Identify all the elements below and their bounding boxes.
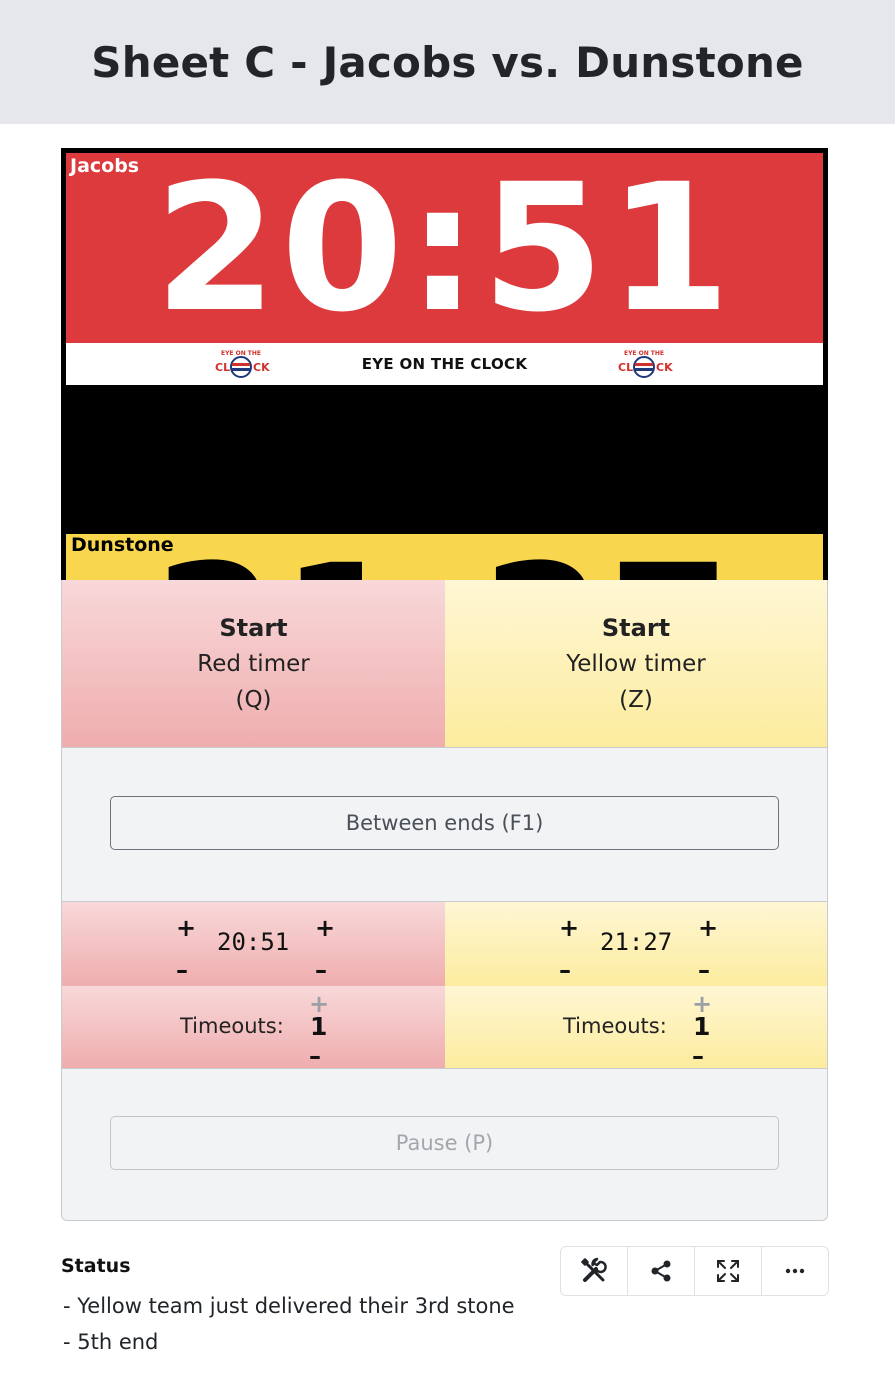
scoreboard-display: Jacobs 20:51 EYE ON THE CL CK EYE ON THE… — [61, 148, 828, 724]
start-yellow-shortcut: (Z) — [619, 686, 653, 713]
between-ends-button[interactable]: Between ends (F1) — [110, 796, 779, 850]
eye-on-the-clock-logo: EYE ON THE CL CK — [215, 350, 270, 378]
yellow-timeouts-value: 1 — [693, 1012, 711, 1041]
yellow-timeouts-label: Timeouts: — [563, 1014, 667, 1038]
settings-tools-button[interactable] — [561, 1247, 628, 1295]
yellow-seconds-plus-button[interactable]: + — [698, 916, 718, 940]
share-button[interactable] — [628, 1247, 695, 1295]
svg-text:EYE ON THE: EYE ON THE — [221, 350, 261, 357]
time-adjust-row: + – 20:51 + – + – 21:27 + – — [62, 901, 827, 988]
fullscreen-icon — [717, 1260, 739, 1282]
status-list: - Yellow team just delivered their 3rd s… — [63, 1288, 515, 1360]
red-timeouts-value: 1 — [310, 1012, 328, 1041]
red-timeouts-label: Timeouts: — [180, 1014, 284, 1038]
page-title: Sheet C - Jacobs vs. Dunstone — [91, 37, 804, 87]
red-time-adjust: + – 20:51 + – — [62, 902, 445, 987]
svg-text:CK: CK — [253, 361, 270, 374]
status-title: Status — [61, 1255, 131, 1277]
share-icon — [651, 1260, 671, 1282]
svg-text:EYE ON THE: EYE ON THE — [624, 350, 664, 357]
start-yellow-timer-button[interactable]: Start Yellow timer (Z) — [445, 580, 827, 747]
status-item: - 5th end — [63, 1330, 159, 1354]
brand-strip: EYE ON THE CL CK EYE ON THE CLOCK EYE ON… — [66, 343, 823, 385]
yellow-minutes-minus-button[interactable]: – — [559, 958, 571, 982]
pause-section: Pause (P) — [62, 1069, 827, 1219]
fullscreen-button[interactable] — [695, 1247, 762, 1295]
red-team-panel: Jacobs 20:51 — [66, 153, 823, 343]
yellow-time-adjust: + – 21:27 + – — [445, 902, 827, 987]
start-red-subtitle: Red timer — [197, 650, 310, 677]
red-adjust-time: 20:51 — [217, 928, 290, 956]
yellow-adjust-time: 21:27 — [600, 928, 673, 956]
brand-text: EYE ON THE CLOCK — [361, 355, 528, 373]
between-ends-section: Between ends (F1) — [62, 748, 827, 901]
svg-text:CL: CL — [215, 361, 230, 374]
start-red-shortcut: (Q) — [235, 686, 272, 713]
status-item: - Yellow team just delivered their 3rd s… — [63, 1294, 515, 1318]
red-team-clock: 20:51 — [154, 146, 735, 351]
start-red-timer-button[interactable]: Start Red timer (Q) — [62, 580, 445, 747]
start-red-title: Start — [219, 613, 288, 642]
red-timeouts: Timeouts: + 1 – — [62, 986, 445, 1068]
tools-icon — [581, 1257, 607, 1282]
red-minutes-plus-button[interactable]: + — [176, 916, 196, 940]
yellow-timeouts-minus-button[interactable]: – — [692, 1044, 704, 1068]
action-toolbar — [560, 1246, 829, 1296]
red-seconds-plus-button[interactable]: + — [315, 916, 335, 940]
eye-on-the-clock-logo: EYE ON THE CL CK — [618, 350, 673, 378]
red-minutes-minus-button[interactable]: – — [176, 958, 188, 982]
start-yellow-subtitle: Yellow timer — [566, 650, 706, 677]
yellow-start-cell: Start Yellow timer (Z) — [445, 580, 827, 747]
svg-text:CL: CL — [618, 361, 633, 374]
yellow-timeouts: Timeouts: + 1 – — [445, 986, 827, 1068]
red-timeouts-minus-button[interactable]: – — [309, 1044, 321, 1068]
yellow-seconds-minus-button[interactable]: – — [698, 958, 710, 982]
start-yellow-title: Start — [601, 613, 671, 642]
pause-button[interactable]: Pause (P) — [110, 1116, 779, 1170]
more-options-button[interactable] — [762, 1247, 828, 1295]
yellow-minutes-plus-button[interactable]: + — [559, 916, 579, 940]
start-buttons-row: Start Red timer (Q) Start Yellow timer (… — [62, 580, 827, 748]
svg-text:CK: CK — [656, 361, 673, 374]
timeouts-row: Timeouts: + 1 – Timeouts: + 1 – — [62, 986, 827, 1069]
timer-controls-card: Start Red timer (Q) Start Yellow timer (… — [61, 580, 828, 1221]
page-header: Sheet C - Jacobs vs. Dunstone — [0, 0, 895, 124]
red-start-cell: Start Red timer (Q) — [62, 580, 445, 747]
more-icon — [785, 1268, 805, 1274]
red-seconds-minus-button[interactable]: – — [315, 958, 327, 982]
